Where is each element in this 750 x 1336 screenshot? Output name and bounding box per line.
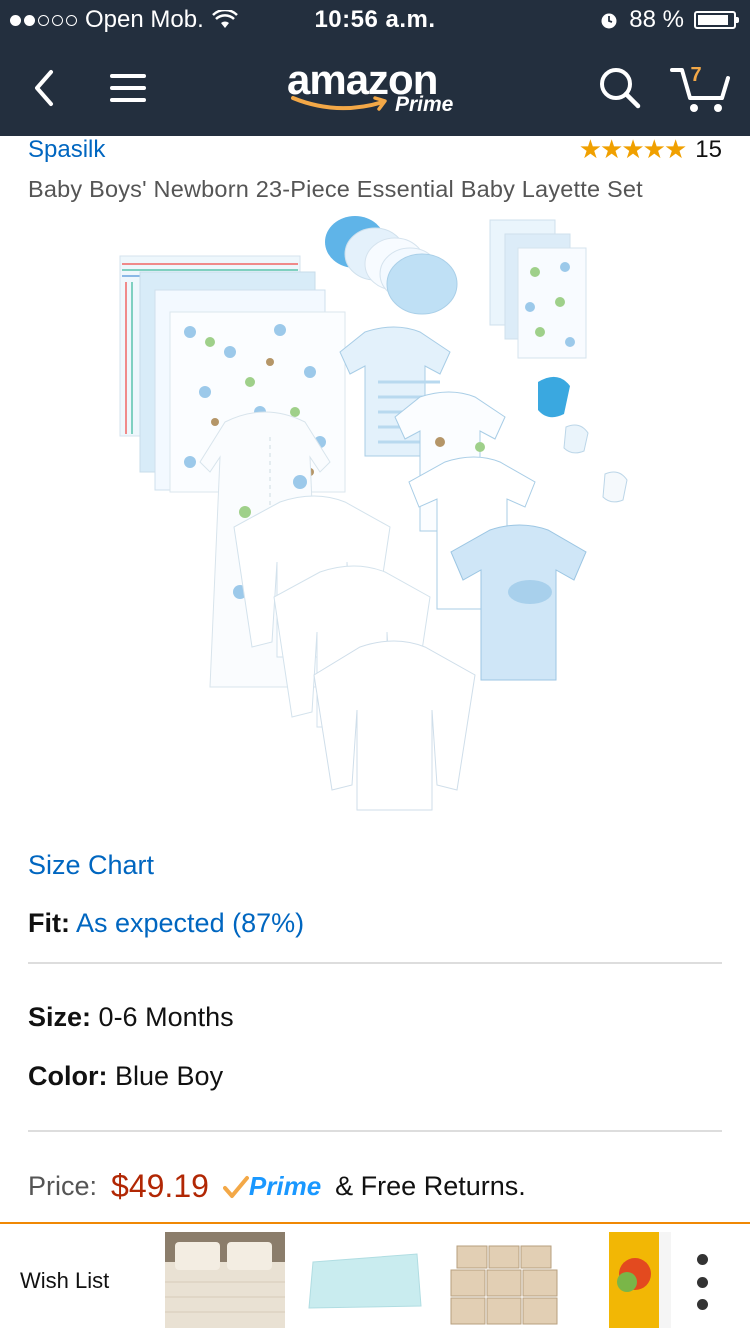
logo-prime-text: Prime [395, 93, 454, 116]
size-selector[interactable]: Size: 0-6 Months [28, 1002, 234, 1033]
search-button[interactable] [592, 60, 648, 116]
divider [28, 1130, 722, 1132]
checkmark-icon [222, 1175, 249, 1198]
size-label: Size: [28, 1002, 92, 1032]
battery-icon [694, 11, 739, 29]
smile-arrow-icon [291, 96, 387, 111]
product-title: Baby Boys' Newborn 23-Piece Essential Ba… [28, 176, 643, 202]
alarm-icon [601, 13, 617, 29]
search-icon [600, 68, 641, 109]
status-right: 88 % [599, 6, 739, 34]
color-selector[interactable]: Color: Blue Boy [28, 1061, 223, 1092]
review-count: 15 [695, 135, 722, 163]
size-chart-link[interactable]: Size Chart [28, 850, 154, 881]
star-rating-icon: ★★★★★ [578, 134, 688, 164]
size-value: 0-6 Months [98, 1002, 234, 1032]
status-bar: Open Mob. 10:56 a.m. 88 % [0, 0, 750, 40]
amazon-prime-logo[interactable]: amazon Prime [287, 58, 467, 128]
storage-bins-image [445, 1232, 565, 1328]
chevron-left-icon [35, 70, 53, 106]
product-image[interactable] [110, 212, 650, 832]
more-options-icon[interactable] [694, 1254, 710, 1310]
brand-link[interactable]: Spasilk [28, 136, 105, 164]
price-line: Price: $49.19 Prime & Free Returns. [28, 1168, 526, 1205]
back-button[interactable] [16, 60, 72, 116]
recommended-thumb-mat[interactable] [305, 1232, 425, 1328]
color-value: Blue Boy [115, 1061, 224, 1091]
mittens [538, 376, 628, 503]
washcloths [489, 219, 587, 359]
color-label: Color: [28, 1061, 108, 1091]
fit-info: Fit: As expected (87%) [28, 908, 304, 939]
fit-value-link[interactable]: As expected (87%) [76, 908, 304, 938]
prime-label: Prime [248, 1171, 322, 1201]
battery-percent: 88 % [629, 6, 684, 33]
wish-list-button[interactable]: Wish List [20, 1268, 109, 1294]
menu-button[interactable] [100, 60, 156, 116]
mat-image [305, 1232, 425, 1328]
rating-summary[interactable]: ★★★★★ 15 [579, 134, 722, 165]
hamburger-menu-icon [110, 74, 146, 102]
recommended-thumb-book[interactable] [585, 1232, 677, 1328]
prime-badge: Prime [222, 1171, 322, 1202]
top-nav-bar: amazon Prime 7 [0, 40, 750, 136]
price-label: Price: [28, 1171, 98, 1201]
cart-count-badge: 7 [690, 64, 702, 86]
price-value: $49.19 [111, 1168, 209, 1204]
cart-button[interactable]: 7 [668, 60, 732, 116]
recommended-thumb-storage-bins[interactable] [445, 1232, 565, 1328]
divider [28, 962, 722, 964]
book-cover-image [585, 1232, 677, 1328]
free-returns-text: & Free Returns. [335, 1171, 526, 1201]
baby-hats [325, 216, 458, 315]
bottom-tray: Wish List [0, 1222, 750, 1336]
recommended-thumb-bedspread[interactable] [165, 1232, 285, 1328]
fit-label: Fit: [28, 908, 70, 938]
bedspread-image [165, 1232, 285, 1328]
